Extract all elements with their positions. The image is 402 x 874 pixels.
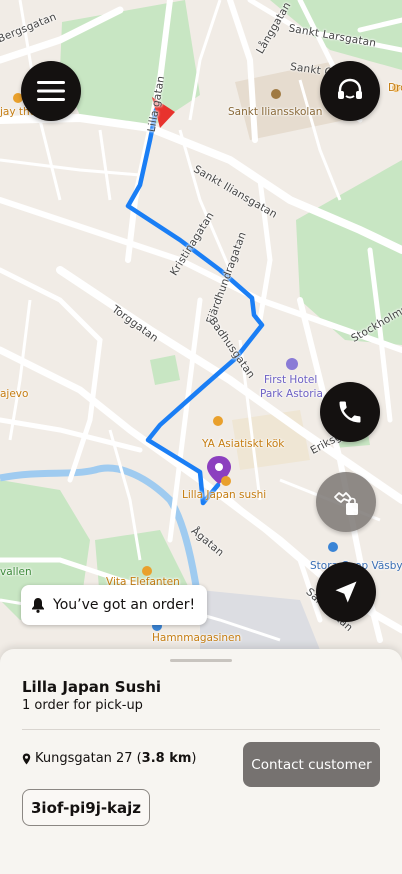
navigation-arrow-icon: [335, 581, 357, 603]
park-area: [60, 0, 200, 128]
headset-icon: [338, 78, 362, 99]
order-sheet: Lilla Japan Sushi 1 order for pick-up Ku…: [0, 649, 402, 874]
address-text: Kungsgatan 27: [35, 751, 133, 766]
call-button[interactable]: [320, 382, 380, 442]
sheet-drag-handle[interactable]: [170, 659, 232, 662]
poi-label: Park Astoria: [260, 388, 323, 400]
poi-label: YA Asiatiskt kök: [202, 438, 285, 450]
handoff-button[interactable]: [316, 472, 376, 532]
poi-label: Sankt Iliansskolan: [228, 106, 323, 118]
location-pin-icon: [22, 753, 31, 764]
bell-icon: [32, 598, 44, 613]
order-notification[interactable]: You’ve got an order!: [21, 585, 208, 625]
order-summary: 1 order for pick-up: [22, 698, 143, 713]
hamburger-menu-icon: [37, 81, 65, 101]
navigate-button[interactable]: [316, 562, 376, 622]
poi-label: First Hotel: [264, 374, 318, 386]
phone-icon: [339, 401, 361, 423]
support-button[interactable]: [320, 61, 380, 121]
distance-value: 3.8 km: [141, 751, 192, 766]
poi-label: Dro: [388, 82, 402, 94]
pickup-code: 3iof-pi9j-kajz: [22, 789, 151, 826]
poi-label: ajevo: [0, 388, 29, 400]
pickup-address: Kungsgatan 27 (3.8 km): [22, 751, 196, 766]
notification-text: You’ve got an order!: [53, 597, 196, 613]
distance-text: (3.8 km): [136, 751, 197, 766]
contact-customer-button[interactable]: Contact customer: [243, 742, 380, 787]
poi-label: Hamnmagasinen: [152, 632, 242, 644]
hand-bag-icon: [334, 492, 358, 515]
park-area: [150, 355, 180, 385]
divider: [22, 729, 380, 730]
poi-label: vallen: [0, 566, 32, 578]
menu-button[interactable]: [21, 61, 81, 121]
poi-label: Lilla Japan sushi: [182, 489, 267, 501]
venue-name: Lilla Japan Sushi: [22, 678, 162, 696]
